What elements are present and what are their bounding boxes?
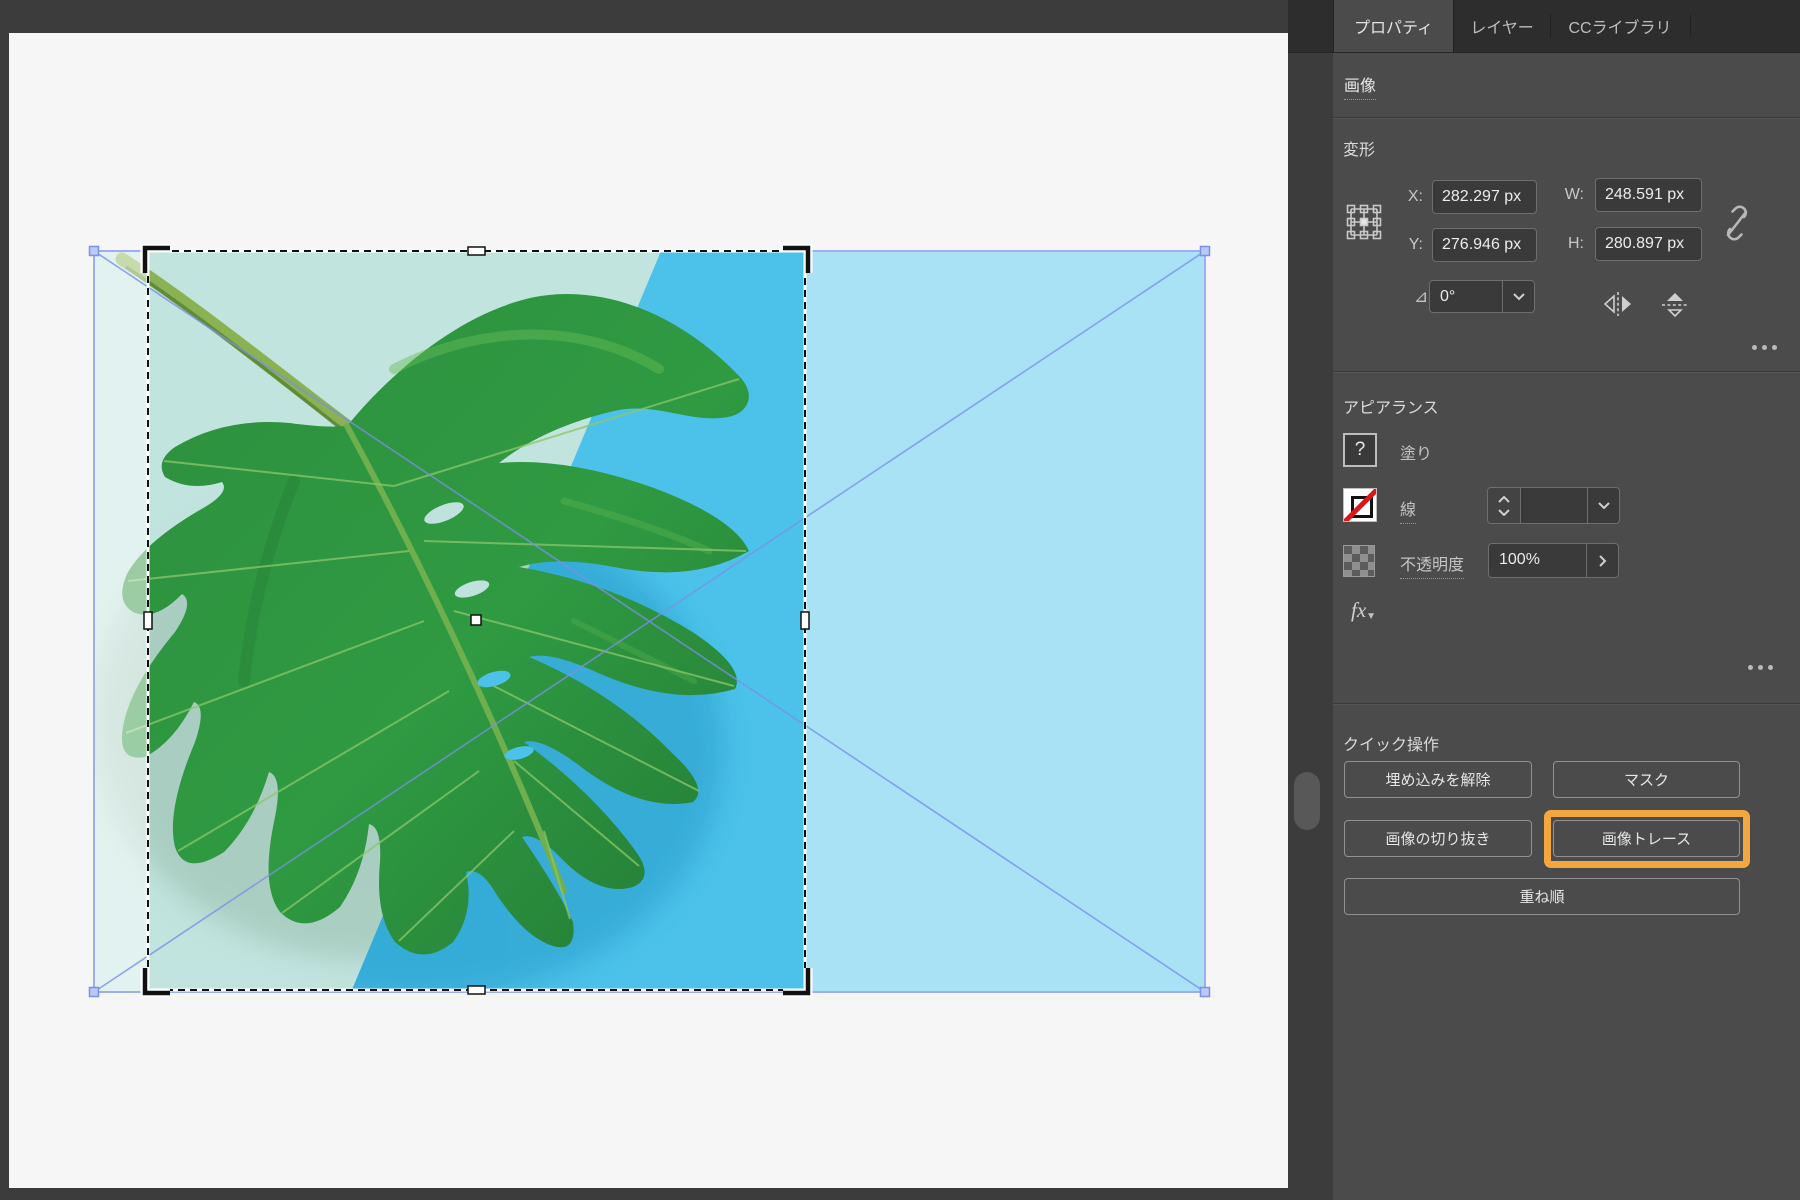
fx-icon[interactable]: fx▼ — [1351, 598, 1376, 623]
arrange-button[interactable]: 重ね順 — [1344, 878, 1740, 915]
unlink-icon[interactable] — [1721, 204, 1753, 242]
chevron-down-icon[interactable] — [1587, 488, 1619, 523]
crop-fade-left — [94, 251, 148, 992]
opacity-value: 100% — [1499, 551, 1540, 568]
h-label: H: — [1568, 235, 1584, 252]
unembed-button[interactable]: 埋め込みを解除 — [1344, 761, 1532, 798]
flip-vertical-icon[interactable] — [1660, 291, 1690, 319]
angle-value: 0° — [1440, 288, 1456, 305]
scrollbar-thumb[interactable] — [1294, 772, 1320, 830]
more-options-icon[interactable] — [1752, 345, 1777, 350]
chevron-right-icon[interactable] — [1586, 544, 1618, 577]
selected-object-type[interactable]: 画像 — [1344, 72, 1377, 100]
stroke-weight-stepper[interactable] — [1487, 487, 1521, 524]
quick-actions-header: クイック操作 — [1343, 737, 1440, 754]
divider — [1333, 703, 1800, 704]
fill-swatch[interactable]: ? — [1343, 433, 1377, 467]
angle-select[interactable]: 0° — [1429, 280, 1535, 313]
opacity-label[interactable]: 不透明度 — [1400, 551, 1465, 579]
chevron-down-icon[interactable] — [1502, 281, 1534, 312]
monstera-photo — [88, 243, 1211, 998]
stroke-label[interactable]: 線 — [1400, 496, 1417, 524]
reference-point-grid-icon[interactable] — [1346, 203, 1382, 241]
opacity-control[interactable]: 100% — [1488, 543, 1619, 578]
crop-fade-right — [805, 251, 1205, 992]
divider — [1333, 117, 1800, 118]
x-label: X: — [1407, 188, 1423, 205]
mask-button[interactable]: マスク — [1553, 761, 1740, 798]
tutorial-highlight-ring — [1544, 810, 1750, 868]
tab-layers[interactable]: レイヤー — [1454, 0, 1550, 52]
panel-tab-bar: プロパティ レイヤー CCライブラリ — [1288, 0, 1800, 53]
stroke-none-swatch[interactable] — [1343, 488, 1377, 522]
w-label: W: — [1564, 186, 1584, 203]
chevron-down-icon — [1498, 508, 1510, 516]
properties-panel — [1333, 0, 1800, 1200]
crop-image-button[interactable]: 画像の切り抜き — [1344, 820, 1532, 857]
placed-image-selection[interactable] — [86, 243, 1213, 1000]
fill-label[interactable]: 塗り — [1400, 440, 1432, 464]
x-input[interactable]: 282.297 px — [1432, 180, 1537, 214]
w-input[interactable]: 248.591 px — [1595, 178, 1702, 212]
appearance-header: アピアランス — [1343, 400, 1439, 417]
divider — [1333, 371, 1800, 372]
opacity-swatch[interactable] — [1343, 545, 1375, 577]
chevron-up-icon — [1498, 495, 1510, 503]
artboard-canvas[interactable] — [9, 33, 1288, 1188]
illustrator-window: プロパティ レイヤー CCライブラリ 画像 変形 X: 282.297 px W… — [0, 0, 1800, 1200]
y-input[interactable]: 276.946 px — [1432, 228, 1537, 262]
h-input[interactable]: 280.897 px — [1595, 227, 1702, 261]
stroke-weight-select[interactable] — [1520, 487, 1620, 524]
flip-horizontal-icon[interactable] — [1603, 290, 1633, 318]
more-options-icon[interactable] — [1748, 665, 1773, 670]
tab-properties[interactable]: プロパティ — [1333, 0, 1454, 52]
tab-cc-libraries[interactable]: CCライブラリ — [1550, 0, 1690, 52]
crop-center-handle — [470, 614, 482, 626]
stroke-weight-value — [1521, 488, 1587, 523]
transform-header: 変形 — [1343, 142, 1376, 159]
y-label: Y: — [1408, 236, 1423, 253]
